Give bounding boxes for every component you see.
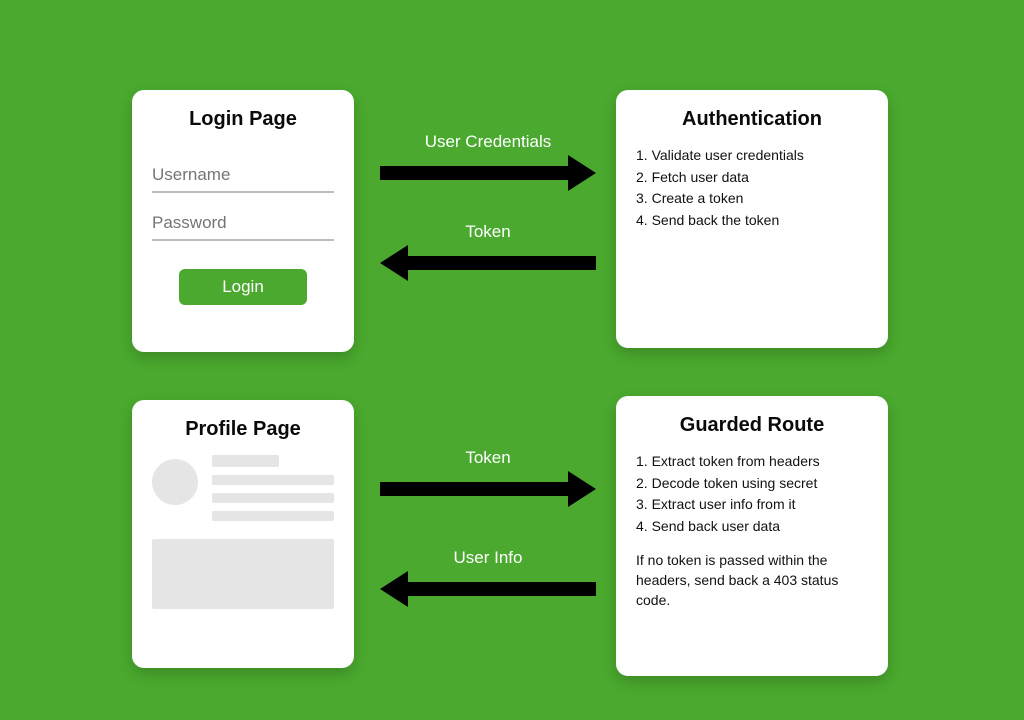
arrow-left-icon [380,574,596,604]
guarded-note: If no token is passed within the headers… [636,550,868,611]
content-placeholder [152,539,334,609]
profile-title: Profile Page [152,418,334,441]
avatar-placeholder-icon [152,459,198,505]
login-page-card: Login Page Login [132,90,354,352]
login-button[interactable]: Login [179,269,307,305]
username-field[interactable] [152,157,334,193]
guarded-steps-list: Extract token from headers Decode token … [636,451,868,538]
arrow-label-token-request: Token [388,448,588,468]
guarded-route-card: Guarded Route Extract token from headers… [616,396,888,676]
text-placeholder [212,455,334,529]
arrow-right-icon [380,474,596,504]
arrow-label-user-info: User Info [388,548,588,568]
auth-steps-list: Validate user credentials Fetch user dat… [636,145,868,232]
arrow-label-user-credentials: User Credentials [388,132,588,152]
list-item: Extract user info from it [636,494,868,516]
arrow-left-icon [380,248,596,278]
list-item: Send back the token [636,210,868,232]
list-item: Decode token using secret [636,473,868,495]
auth-title: Authentication [636,108,868,131]
authentication-card: Authentication Validate user credentials… [616,90,888,348]
profile-skeleton [152,455,334,529]
arrow-label-token-response: Token [388,222,588,242]
profile-page-card: Profile Page [132,400,354,668]
list-item: Extract token from headers [636,451,868,473]
guarded-title: Guarded Route [636,414,868,437]
password-field[interactable] [152,205,334,241]
login-title: Login Page [152,108,334,131]
arrow-right-icon [380,158,596,188]
list-item: Create a token [636,188,868,210]
list-item: Fetch user data [636,167,868,189]
list-item: Validate user credentials [636,145,868,167]
list-item: Send back user data [636,516,868,538]
